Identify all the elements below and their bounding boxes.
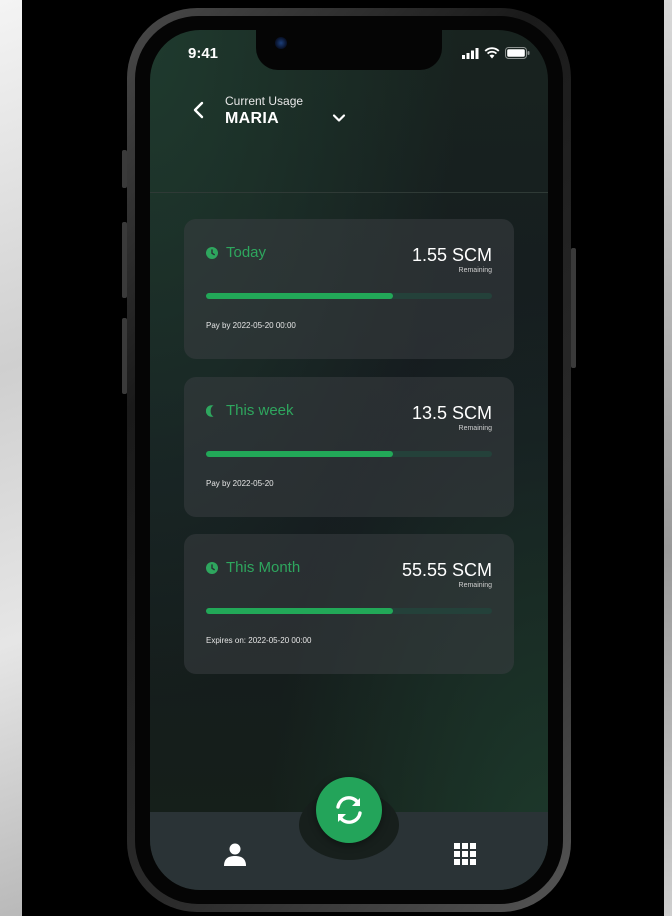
remaining-value: 13.5 SCM (411, 403, 492, 423)
remaining-value: 1.55 SCM (411, 245, 492, 265)
chevron-down-icon[interactable] (330, 109, 348, 127)
front-camera (275, 37, 287, 49)
grid-icon[interactable] (454, 843, 476, 865)
account-name[interactable]: MARIA (225, 110, 279, 128)
volume-up-button (122, 222, 127, 298)
refresh-button[interactable] (316, 777, 382, 843)
refresh-icon (336, 796, 362, 824)
card-label: This Month (226, 559, 301, 576)
remaining-caption: Remaining (458, 425, 492, 432)
background-left (0, 0, 22, 916)
volume-down-button (122, 318, 127, 394)
usage-progress-bar (206, 293, 492, 299)
silent-switch (122, 150, 127, 188)
usage-progress-bar (206, 608, 492, 614)
due-date-note: Expires on: 2022-05-20 00:00 (206, 636, 312, 645)
usage-progress-fill (206, 451, 394, 457)
due-date-note: Pay by 2022-05-20 (206, 479, 274, 488)
status-icons (462, 47, 530, 59)
usage-card-month[interactable]: This Month 55.55 SCM Remaining Expires o… (184, 534, 514, 674)
remaining-caption: Remaining (458, 582, 492, 589)
clock-icon (206, 562, 218, 574)
usage-card-week[interactable]: This week 13.5 SCM Remaining Pay by 2022… (184, 377, 514, 517)
remaining-caption: Remaining (458, 267, 492, 274)
user-icon[interactable] (223, 842, 247, 866)
usage-progress-bar (206, 451, 492, 457)
usage-progress-fill (206, 608, 394, 614)
signal-icon (462, 47, 479, 59)
card-label: This week (226, 402, 294, 419)
remaining-value: 55.55 SCM (401, 560, 492, 580)
due-date-note: Pay by 2022-05-20 00:00 (206, 321, 296, 330)
power-button (571, 248, 576, 368)
header-subtitle: Current Usage (225, 94, 304, 108)
clock-icon (206, 247, 218, 259)
notch (256, 30, 442, 70)
battery-icon (505, 47, 530, 59)
header-divider (150, 192, 548, 193)
app-screen: 9:41 Current Usage MARIA Today 1.55 SCM … (150, 30, 548, 890)
card-label: Today (226, 244, 267, 261)
usage-progress-fill (206, 293, 394, 299)
moon-icon (206, 405, 214, 417)
background-right (664, 0, 672, 916)
status-time: 9:41 (188, 45, 219, 62)
usage-card-today[interactable]: Today 1.55 SCM Remaining Pay by 2022-05-… (184, 219, 514, 359)
wifi-icon (484, 47, 500, 59)
back-arrow-icon[interactable] (190, 98, 208, 122)
